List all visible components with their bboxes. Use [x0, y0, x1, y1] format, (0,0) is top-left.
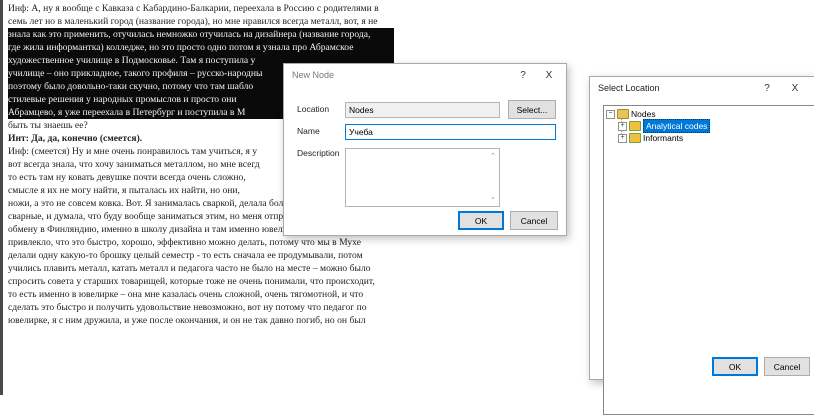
doc-line-selected: где жила информантка) колледже, но это п… [8, 41, 394, 54]
location-field: Nodes [345, 102, 500, 118]
folder-icon [629, 121, 641, 131]
name-label: Name [297, 126, 320, 136]
help-button[interactable]: ? [758, 81, 776, 97]
tree-node-analytical-codes[interactable]: + Analytical codes [618, 119, 758, 133]
tree-node-informants[interactable]: + Informants [618, 132, 758, 144]
folder-icon [617, 109, 629, 119]
scroll-up-icon[interactable]: ⌃ [490, 152, 496, 160]
doc-line: Инф: А, ну я вообще с Кавказа с Кабардин… [8, 3, 379, 14]
select-location-button[interactable]: Select... [508, 100, 556, 119]
help-button[interactable]: ? [514, 68, 532, 84]
ok-button[interactable]: OK [712, 357, 758, 376]
doc-line: спросить совета у старших товарищей, кот… [8, 276, 375, 287]
cancel-button[interactable]: Cancel [510, 211, 558, 230]
tree-node-label: Analytical codes [643, 119, 711, 133]
doc-line: семь лет но в маленький город (название … [8, 16, 378, 27]
doc-line: то есть именно в ювелирке – она мне каза… [8, 289, 364, 300]
folder-icon [629, 133, 641, 143]
cancel-button[interactable]: Cancel [764, 357, 810, 376]
description-scrollbar[interactable]: ⌃ ⌄ [488, 149, 499, 206]
ok-button[interactable]: OK [458, 211, 504, 230]
doc-line: сделать это быстро и получить удовольств… [8, 302, 367, 313]
scroll-down-icon[interactable]: ⌄ [490, 193, 496, 201]
location-label: Location [297, 104, 330, 114]
doc-line: делали одну какую-то брошку целый семест… [8, 250, 363, 261]
collapse-icon[interactable]: − [606, 110, 615, 119]
description-field[interactable] [345, 148, 500, 207]
name-field[interactable]: Учеба [345, 124, 556, 140]
new-node-dialog: New Node ? X Location Nodes Select... Na… [283, 63, 567, 236]
doc-line: привлекло, что это быстро, хорошо, эффек… [8, 237, 361, 248]
select-location-titlebar[interactable]: Select Location ? X [590, 77, 814, 103]
description-label: Description [297, 148, 340, 158]
dialog-title: Select Location [598, 83, 660, 93]
close-button[interactable]: X [540, 68, 558, 84]
doc-line-selected: знала как это применить, отучилась немно… [8, 28, 394, 41]
new-node-titlebar[interactable]: New Node ? X [284, 64, 566, 90]
select-location-dialog: Select Location ? X − Nodes + Analytical… [589, 76, 814, 415]
dialog-title: New Node [292, 70, 335, 80]
tree-node-label: Informants [643, 133, 684, 143]
doc-line: учились плавить металл, катать металл и … [8, 263, 371, 274]
expand-icon[interactable]: + [618, 122, 627, 131]
doc-line: ювелирке, я с ним дружила, и уже после о… [8, 315, 366, 326]
close-button[interactable]: X [786, 81, 804, 97]
expand-icon[interactable]: + [618, 134, 627, 143]
